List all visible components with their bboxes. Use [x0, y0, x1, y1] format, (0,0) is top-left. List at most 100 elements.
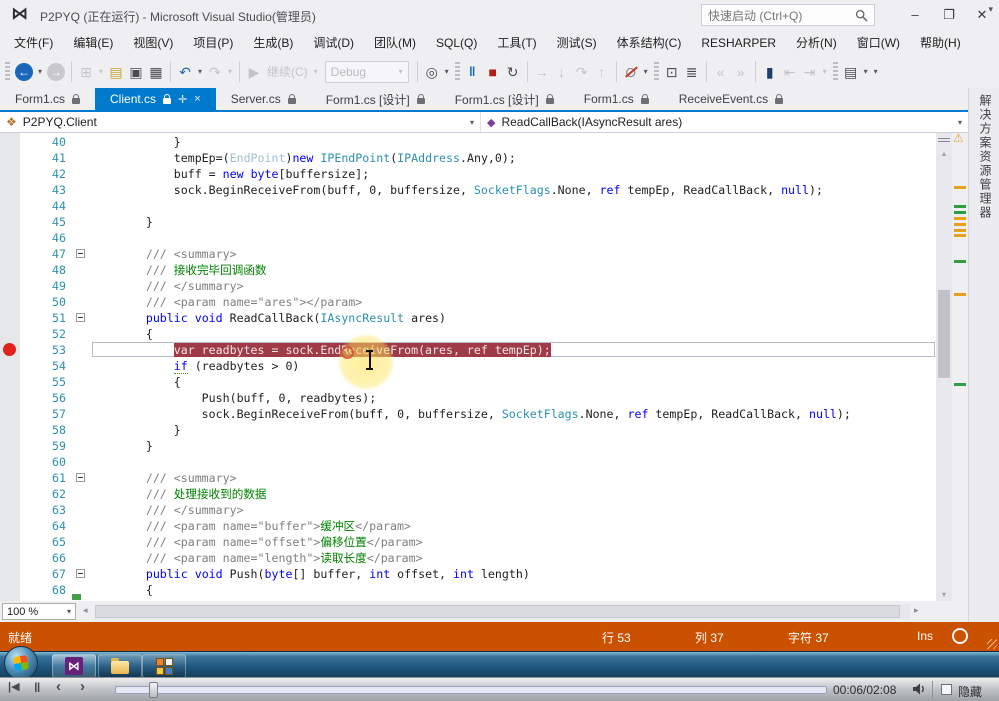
code-line[interactable]: 64 /// <param name="buffer">缓冲区</param> — [0, 518, 936, 534]
horizontal-scrollbar-thumb[interactable] — [95, 605, 900, 618]
stop-icon[interactable]: ■ — [483, 60, 503, 84]
new-window-icon[interactable]: ⊞ — [76, 60, 96, 84]
player-skip-start-button[interactable]: |◀ — [8, 680, 20, 693]
code-text[interactable]: /// <param name="buffer">缓冲区</param> — [90, 518, 936, 534]
code-text[interactable]: } — [90, 134, 936, 150]
marker-tick[interactable] — [954, 229, 966, 232]
redo-dropdown-icon[interactable]: ▾ — [225, 60, 235, 84]
marker-tick[interactable] — [954, 293, 966, 296]
player-previous-button[interactable]: ‹ — [56, 678, 61, 695]
code-line[interactable]: 46 — [0, 230, 936, 246]
close-icon[interactable]: × — [194, 93, 200, 105]
breakpoint-gutter[interactable] — [0, 470, 20, 486]
code-text[interactable]: /// <param name="offset">偏移位置</param> — [90, 534, 936, 550]
marker-tick[interactable] — [954, 383, 966, 386]
breakpoint-gutter[interactable] — [0, 214, 20, 230]
code-line[interactable]: 52 { — [0, 326, 936, 342]
save-icon[interactable]: ▣ — [126, 60, 146, 84]
menu-item[interactable]: 测试(S) — [547, 30, 607, 55]
code-text[interactable]: Push(buff, 0, readbytes); — [90, 390, 936, 406]
debug-config-combo[interactable]: Debug▾ — [325, 61, 409, 83]
taskbar-explorer[interactable] — [98, 654, 142, 678]
vertical-scrollbar-thumb[interactable] — [938, 290, 950, 378]
menu-item[interactable]: 文件(F) — [4, 30, 63, 55]
breakpoint-gutter[interactable] — [0, 150, 20, 166]
breakpoint-gutter[interactable] — [0, 518, 20, 534]
undo-icon[interactable]: ↶ — [175, 60, 195, 84]
toolbar-grip[interactable] — [833, 62, 838, 82]
chevron-down-icon[interactable]: ▾ — [958, 118, 962, 127]
code-line[interactable]: 62 /// 处理接收到的数据 — [0, 486, 936, 502]
previous-bookmark-icon[interactable]: ⇤ — [780, 60, 800, 84]
code-text[interactable]: /// <summary> — [90, 470, 936, 486]
toolbar-grip[interactable] — [654, 62, 659, 82]
code-line[interactable]: 53 var readbytes = sock.EndReceiveFrom(a… — [0, 342, 936, 358]
code-line[interactable]: 51 public void ReadCallBack(IAsyncResult… — [0, 310, 936, 326]
step-out-icon[interactable]: ↑ — [592, 60, 612, 84]
previous-annotation-icon[interactable]: « — [711, 60, 731, 84]
code-text[interactable]: var str = Encoding.UTF8.GetString(buffer… — [90, 598, 936, 601]
player-pause-button[interactable]: ‖ — [34, 680, 40, 695]
breakpoint-gutter[interactable] — [0, 342, 20, 358]
menu-item[interactable]: 帮助(H) — [910, 30, 971, 55]
code-text[interactable]: public void ReadCallBack(IAsyncResult ar… — [90, 310, 936, 326]
breakpoint-gutter[interactable] — [0, 166, 20, 182]
redo-icon[interactable]: ↷ — [205, 60, 225, 84]
fold-collapse-icon[interactable] — [76, 249, 85, 258]
breakpoint-gutter[interactable] — [0, 438, 20, 454]
task-list-dropdown-icon[interactable]: ▾ — [861, 60, 871, 84]
navigate-forward-icon[interactable]: → — [47, 63, 65, 81]
marker-tick[interactable] — [954, 217, 966, 220]
search-icon[interactable] — [855, 9, 868, 22]
code-text[interactable]: } — [90, 214, 936, 230]
minimize-button[interactable]: – — [900, 0, 930, 29]
maximize-button[interactable]: ❐ — [934, 0, 964, 29]
code-text[interactable]: /// <param name="ares"></param> — [90, 294, 936, 310]
resize-grip[interactable] — [987, 639, 997, 649]
tab-receiveevent-cs[interactable]: ReceiveEvent.cs — [664, 88, 798, 110]
code-line[interactable]: 41 tempEp=(EndPoint)new IPEndPoint(IPAdd… — [0, 150, 936, 166]
breakpoint-gutter[interactable] — [0, 134, 20, 150]
step-over-icon[interactable]: ↷ — [572, 60, 592, 84]
menu-item[interactable]: 体系结构(C) — [607, 30, 692, 55]
scroll-up-icon[interactable]: ▴ — [936, 149, 952, 158]
breakpoint-gutter[interactable] — [0, 486, 20, 502]
tab-client-cs[interactable]: Client.cs✛× — [95, 88, 216, 110]
quick-launch-input[interactable]: 快速启动 (Ctrl+Q) — [701, 4, 875, 26]
task-list-icon[interactable]: ▤ — [841, 60, 861, 84]
marker-tick[interactable] — [954, 260, 966, 263]
breakpoint-gutter[interactable] — [0, 582, 20, 598]
menu-item[interactable]: 窗口(W) — [847, 30, 910, 55]
code-line[interactable]: 68 { — [0, 582, 936, 598]
undo-dropdown-icon[interactable]: ▾ — [195, 60, 205, 84]
marker-tick[interactable] — [954, 223, 966, 226]
code-line[interactable]: 49 /// </summary> — [0, 278, 936, 294]
fold-collapse-icon[interactable] — [76, 569, 85, 578]
chevron-down-icon[interactable]: ▾ — [67, 607, 71, 616]
code-line[interactable]: 50 /// <param name="ares"></param> — [0, 294, 936, 310]
scope-dropdown[interactable]: ❖ P2PYQ.Client ▾ — [0, 112, 481, 132]
code-text[interactable]: { — [90, 582, 936, 598]
scroll-down-icon[interactable]: ▾ — [936, 590, 952, 599]
tab-server-cs[interactable]: Server.cs — [216, 88, 311, 110]
disable-breakpoints-icon[interactable]: ⊘ — [621, 60, 641, 84]
marker-bar[interactable] — [952, 133, 968, 601]
pause-icon[interactable]: ‖ — [463, 60, 483, 84]
breakpoint-gutter[interactable] — [0, 198, 20, 214]
menu-item[interactable]: 调试(D) — [303, 30, 364, 55]
breakpoint-gutter[interactable] — [0, 390, 20, 406]
code-line[interactable]: 44 — [0, 198, 936, 214]
splitter-handle[interactable] — [938, 136, 950, 146]
menu-item[interactable]: 项目(P) — [183, 30, 243, 55]
code-line[interactable]: 67 public void Push(byte[] buffer, int o… — [0, 566, 936, 582]
chevron-down-icon[interactable]: ▾ — [470, 118, 474, 127]
code-line[interactable]: 43 sock.BeginReceiveFrom(buff, 0, buffer… — [0, 182, 936, 198]
code-text[interactable]: } — [90, 438, 936, 454]
code-text[interactable]: { — [90, 374, 936, 390]
code-line[interactable]: 57 sock.BeginReceiveFrom(buff, 0, buffer… — [0, 406, 936, 422]
navigate-back-dropdown-icon[interactable]: ▾ — [35, 60, 45, 84]
solution-explorer-tab[interactable]: 解决方案资源管理器 — [977, 88, 994, 220]
breakpoint-gutter[interactable] — [0, 550, 20, 566]
code-text[interactable]: if (readbytes > 0) — [90, 358, 936, 374]
code-line[interactable]: 40 } — [0, 134, 936, 150]
